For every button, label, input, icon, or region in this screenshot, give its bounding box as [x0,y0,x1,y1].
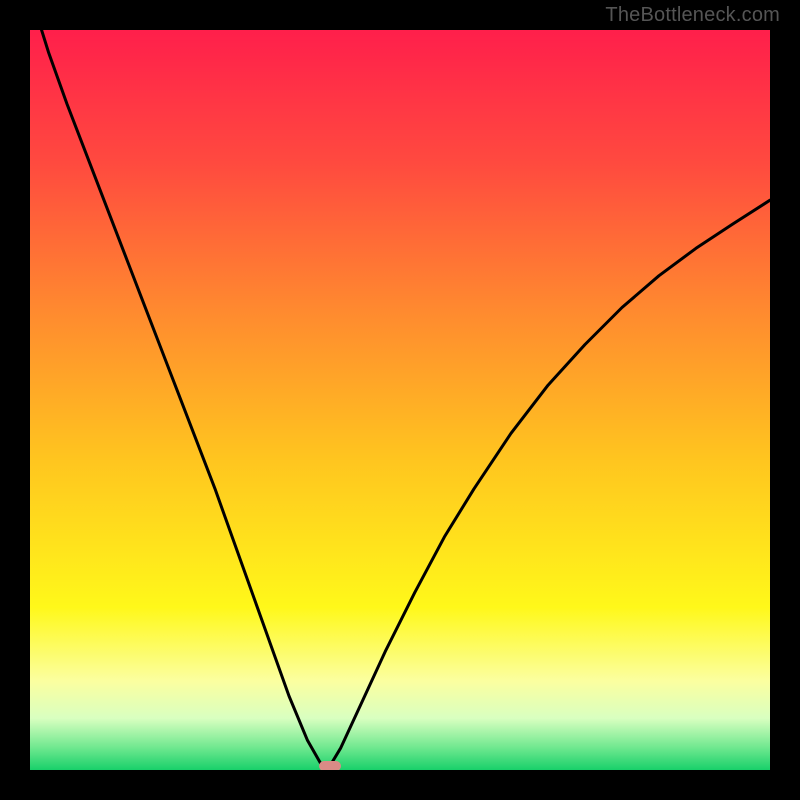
bottleneck-curve [30,30,770,770]
chart-frame: TheBottleneck.com [0,0,800,800]
optimal-marker [319,761,341,770]
plot-area [30,30,770,770]
watermark-text: TheBottleneck.com [605,4,780,27]
